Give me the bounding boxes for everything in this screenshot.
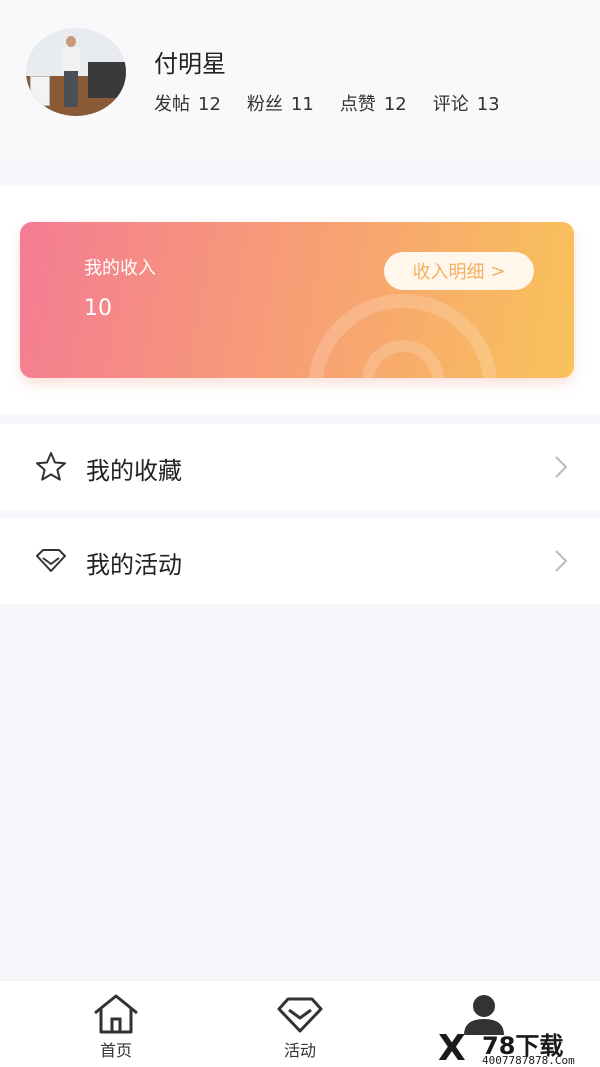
menu-item-activities[interactable]: 我的活动	[0, 518, 600, 604]
stat-comments[interactable]: 评论 13	[433, 90, 500, 116]
menu-item-label: 我的收藏	[86, 457, 182, 485]
site-watermark: X 78下载 4007787878.Com	[438, 1026, 598, 1067]
coin-icon	[308, 294, 498, 378]
income-detail-label: 收入明细	[412, 262, 485, 283]
diamond-icon	[36, 549, 66, 572]
menu-item-label: 我的活动	[86, 551, 182, 579]
tab-home[interactable]: 首页	[56, 981, 176, 1067]
income-section: 我的收入 10 收入明细 >	[0, 186, 600, 414]
tab-label: 活动	[283, 1041, 316, 1060]
diamond-icon	[277, 997, 323, 1033]
chevron-right-icon	[555, 456, 568, 478]
tab-activity[interactable]: 活动	[240, 981, 360, 1067]
stat-label: 粉丝	[246, 94, 283, 115]
stat-label: 发帖	[154, 94, 190, 115]
income-card: 我的收入 10 收入明细 >	[20, 222, 574, 378]
profile-page: 付明星 发帖 12 粉丝 11 点赞 12 评论 13 我的收入 10 收入明细 >	[0, 0, 600, 1067]
income-label: 我的收入	[84, 258, 156, 279]
stat-fans[interactable]: 粉丝 11	[247, 90, 314, 116]
income-detail-button[interactable]: 收入明细 >	[384, 252, 534, 290]
stat-likes[interactable]: 点赞 12	[340, 90, 407, 116]
profile-header: 付明星 发帖 12 粉丝 11 点赞 12 评论 13	[0, 0, 600, 160]
stat-value: 13	[476, 94, 500, 115]
username: 付明星	[154, 50, 226, 78]
tab-label: 首页	[99, 1041, 132, 1060]
home-icon	[94, 994, 138, 1034]
stat-label: 点赞	[339, 94, 376, 115]
chevron-right-icon	[555, 550, 568, 572]
stat-posts[interactable]: 发帖 12	[154, 90, 221, 116]
menu-item-favorites[interactable]: 我的收藏	[0, 424, 600, 510]
stat-value: 12	[198, 94, 221, 115]
avatar[interactable]	[26, 28, 126, 116]
stat-value: 11	[290, 94, 314, 115]
profile-stats: 发帖 12 粉丝 11 点赞 12 评论 13	[154, 90, 500, 116]
stat-label: 评论	[432, 94, 469, 115]
brand-url: 4007787878.Com	[482, 1054, 575, 1067]
star-icon	[36, 452, 66, 481]
stat-value: 12	[383, 94, 407, 115]
income-value: 10	[84, 296, 112, 321]
brand-logo: X	[438, 1028, 466, 1067]
chevron-right-icon: >	[490, 260, 506, 282]
